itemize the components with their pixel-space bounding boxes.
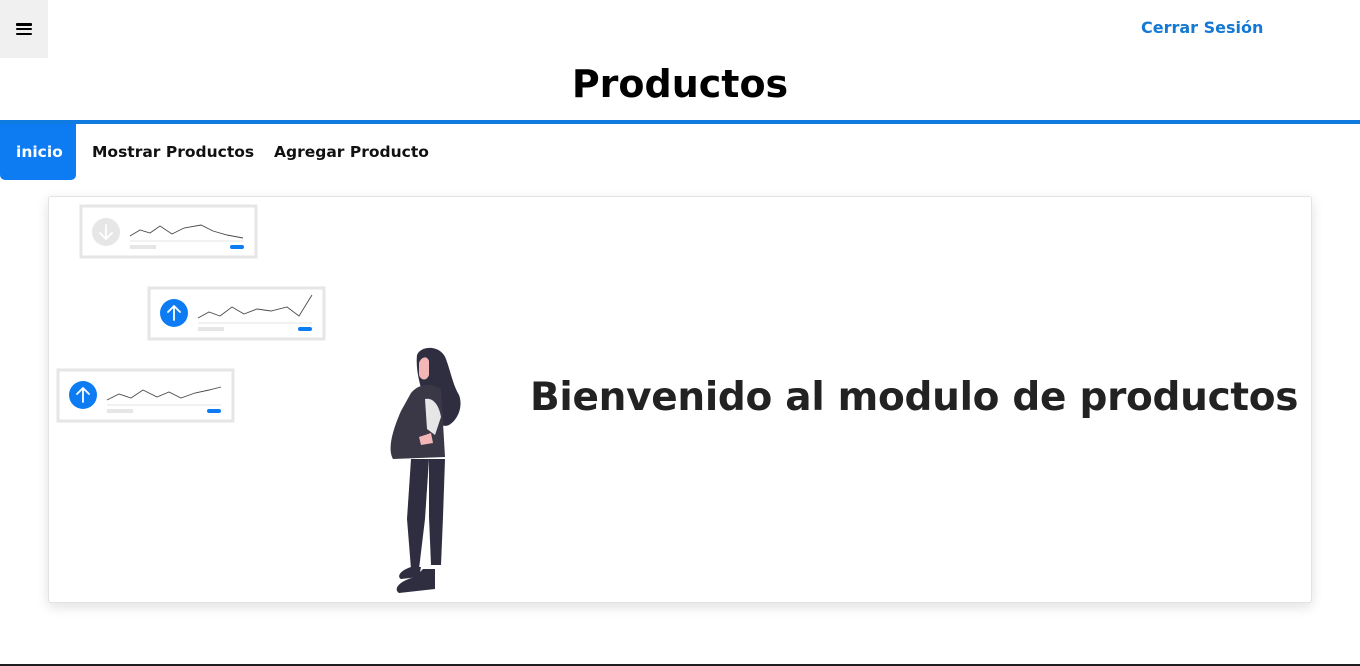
page-title: Productos (571, 62, 789, 106)
analytics-illustration (56, 204, 461, 593)
stat-card-1 (79, 204, 258, 259)
welcome-heading: Bienvenido al modulo de productos (530, 375, 1299, 420)
hamburger-icon (16, 23, 32, 35)
tab-inicio[interactable]: inicio (0, 124, 76, 180)
stat-card-2 (147, 286, 326, 341)
tab-mostrar-productos[interactable]: Mostrar Productos (92, 124, 254, 180)
arrow-up-icon (69, 381, 97, 409)
tab-nav: inicio Mostrar Productos Agregar Product… (0, 120, 1360, 180)
logout-link[interactable]: Cerrar Sesión (1141, 18, 1263, 37)
person-figure (390, 347, 461, 593)
menu-button[interactable] (0, 0, 48, 58)
tab-agregar-producto[interactable]: Agregar Producto (274, 124, 429, 180)
welcome-card: Bienvenido al modulo de productos (48, 196, 1312, 603)
arrow-up-icon (160, 299, 188, 327)
arrow-down-icon (92, 218, 120, 246)
stat-card-3 (56, 368, 235, 423)
